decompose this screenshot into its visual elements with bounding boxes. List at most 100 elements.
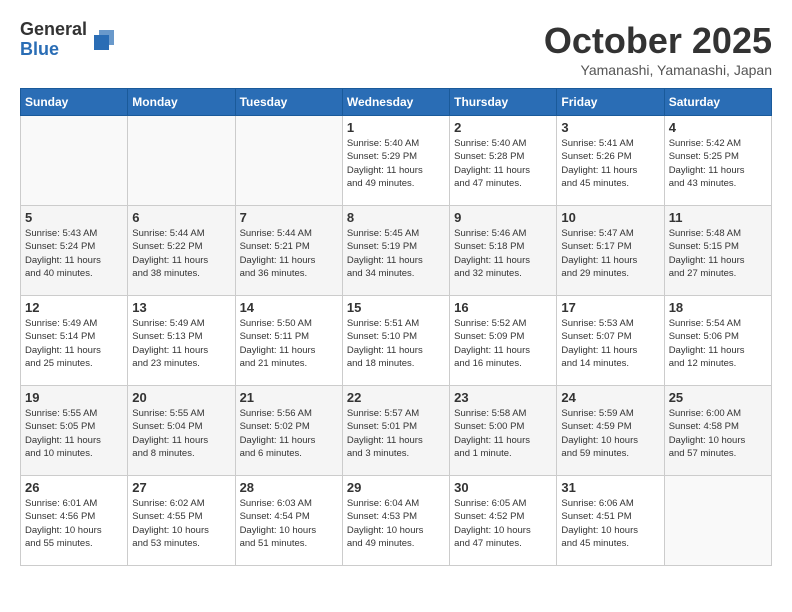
day-info: Sunrise: 6:06 AM Sunset: 4:51 PM Dayligh… [561,497,659,550]
day-info: Sunrise: 5:49 AM Sunset: 5:13 PM Dayligh… [132,317,230,370]
day-info: Sunrise: 5:49 AM Sunset: 5:14 PM Dayligh… [25,317,123,370]
day-info: Sunrise: 5:52 AM Sunset: 5:09 PM Dayligh… [454,317,552,370]
day-number: 30 [454,480,552,495]
calendar-body: 1 Sunrise: 5:40 AM Sunset: 5:29 PM Daylig… [21,116,772,566]
day-number: 11 [669,210,767,225]
calendar-cell: 17Sunrise: 5:53 AM Sunset: 5:07 PM Dayli… [557,296,664,386]
day-info: Sunrise: 6:00 AM Sunset: 4:58 PM Dayligh… [669,407,767,460]
day-number: 16 [454,300,552,315]
day-info: Sunrise: 5:41 AM Sunset: 5:26 PM Dayligh… [561,137,659,190]
calendar-header: SundayMondayTuesdayWednesdayThursdayFrid… [21,89,772,116]
logo-icon [89,25,119,55]
day-info: Sunrise: 5:56 AM Sunset: 5:02 PM Dayligh… [240,407,338,460]
calendar-cell: 25 Sunrise: 6:00 AM Sunset: 4:58 PM Dayli… [664,386,771,476]
day-number: 7 [240,210,338,225]
day-info: Sunrise: 5:46 AM Sunset: 5:18 PM Dayligh… [454,227,552,280]
day-number: 9 [454,210,552,225]
day-number: 17 [561,300,659,315]
calendar-cell: 2Sunrise: 5:40 AM Sunset: 5:28 PM Daylig… [450,116,557,206]
logo-general: General [20,20,87,40]
calendar-cell: 10 Sunrise: 5:47 AM Sunset: 5:17 PM Dayli… [557,206,664,296]
calendar-cell: 26Sunrise: 6:01 AM Sunset: 4:56 PM Dayli… [21,476,128,566]
weekday-header: Monday [128,89,235,116]
calendar-cell: 19Sunrise: 5:55 AM Sunset: 5:05 PM Dayli… [21,386,128,476]
day-number: 3 [561,120,659,135]
day-number: 6 [132,210,230,225]
day-info: Sunrise: 5:43 AM Sunset: 5:24 PM Dayligh… [25,227,123,280]
day-number: 10 [561,210,659,225]
day-number: 24 [561,390,659,405]
month-title: October 2025 [544,20,772,62]
day-info: Sunrise: 5:59 AM Sunset: 4:59 PM Dayligh… [561,407,659,460]
calendar-cell: 31 Sunrise: 6:06 AM Sunset: 4:51 PM Dayli… [557,476,664,566]
calendar-cell: 18 Sunrise: 5:54 AM Sunset: 5:06 PM Dayli… [664,296,771,386]
weekday-header: Thursday [450,89,557,116]
calendar-cell: 24 Sunrise: 5:59 AM Sunset: 4:59 PM Dayli… [557,386,664,476]
day-number: 5 [25,210,123,225]
logo: General Blue [20,20,119,60]
calendar-cell: 13 Sunrise: 5:49 AM Sunset: 5:13 PM Dayli… [128,296,235,386]
day-number: 29 [347,480,445,495]
calendar-cell: 28Sunrise: 6:03 AM Sunset: 4:54 PM Dayli… [235,476,342,566]
calendar-cell: 3 Sunrise: 5:41 AM Sunset: 5:26 PM Daylig… [557,116,664,206]
calendar-cell: 8 Sunrise: 5:45 AM Sunset: 5:19 PM Daylig… [342,206,449,296]
day-info: Sunrise: 5:47 AM Sunset: 5:17 PM Dayligh… [561,227,659,280]
day-info: Sunrise: 5:54 AM Sunset: 5:06 PM Dayligh… [669,317,767,370]
day-info: Sunrise: 5:44 AM Sunset: 5:22 PM Dayligh… [132,227,230,280]
day-info: Sunrise: 5:45 AM Sunset: 5:19 PM Dayligh… [347,227,445,280]
calendar-cell: 12 Sunrise: 5:49 AM Sunset: 5:14 PM Dayli… [21,296,128,386]
calendar-week-row: 19Sunrise: 5:55 AM Sunset: 5:05 PM Dayli… [21,386,772,476]
location: Yamanashi, Yamanashi, Japan [544,62,772,78]
calendar-week-row: 26Sunrise: 6:01 AM Sunset: 4:56 PM Dayli… [21,476,772,566]
calendar-cell: 14Sunrise: 5:50 AM Sunset: 5:11 PM Dayli… [235,296,342,386]
calendar-cell: 4Sunrise: 5:42 AM Sunset: 5:25 PM Daylig… [664,116,771,206]
day-info: Sunrise: 5:44 AM Sunset: 5:21 PM Dayligh… [240,227,338,280]
calendar-cell [235,116,342,206]
day-number: 4 [669,120,767,135]
weekday-header: Sunday [21,89,128,116]
day-number: 27 [132,480,230,495]
calendar-week-row: 1 Sunrise: 5:40 AM Sunset: 5:29 PM Daylig… [21,116,772,206]
weekday-header: Saturday [664,89,771,116]
calendar-table: SundayMondayTuesdayWednesdayThursdayFrid… [20,88,772,566]
day-number: 12 [25,300,123,315]
calendar-cell: 22Sunrise: 5:57 AM Sunset: 5:01 PM Dayli… [342,386,449,476]
day-info: Sunrise: 5:55 AM Sunset: 5:05 PM Dayligh… [25,407,123,460]
calendar-cell: 15 Sunrise: 5:51 AM Sunset: 5:10 PM Dayli… [342,296,449,386]
day-number: 15 [347,300,445,315]
day-number: 1 [347,120,445,135]
weekday-header: Friday [557,89,664,116]
calendar-cell: 9 Sunrise: 5:46 AM Sunset: 5:18 PM Daylig… [450,206,557,296]
day-number: 25 [669,390,767,405]
calendar-cell: 23Sunrise: 5:58 AM Sunset: 5:00 PM Dayli… [450,386,557,476]
page-header: General Blue October 2025 Yamanashi, Yam… [20,20,772,78]
day-number: 14 [240,300,338,315]
calendar-cell [664,476,771,566]
day-number: 13 [132,300,230,315]
day-number: 22 [347,390,445,405]
day-number: 8 [347,210,445,225]
calendar-cell: 16 Sunrise: 5:52 AM Sunset: 5:09 PM Dayli… [450,296,557,386]
day-info: Sunrise: 6:05 AM Sunset: 4:52 PM Dayligh… [454,497,552,550]
day-info: Sunrise: 6:01 AM Sunset: 4:56 PM Dayligh… [25,497,123,550]
calendar-cell: 7 Sunrise: 5:44 AM Sunset: 5:21 PM Daylig… [235,206,342,296]
day-number: 23 [454,390,552,405]
calendar-cell: 20 Sunrise: 5:55 AM Sunset: 5:04 PM Dayli… [128,386,235,476]
day-number: 2 [454,120,552,135]
weekday-header: Tuesday [235,89,342,116]
day-info: Sunrise: 5:55 AM Sunset: 5:04 PM Dayligh… [132,407,230,460]
day-info: Sunrise: 5:48 AM Sunset: 5:15 PM Dayligh… [669,227,767,280]
calendar-cell: 6 Sunrise: 5:44 AM Sunset: 5:22 PM Daylig… [128,206,235,296]
calendar-cell: 30 Sunrise: 6:05 AM Sunset: 4:52 PM Dayli… [450,476,557,566]
day-number: 20 [132,390,230,405]
day-number: 31 [561,480,659,495]
day-number: 18 [669,300,767,315]
day-info: Sunrise: 5:51 AM Sunset: 5:10 PM Dayligh… [347,317,445,370]
day-info: Sunrise: 6:04 AM Sunset: 4:53 PM Dayligh… [347,497,445,550]
day-info: Sunrise: 6:03 AM Sunset: 4:54 PM Dayligh… [240,497,338,550]
calendar-cell: 27Sunrise: 6:02 AM Sunset: 4:55 PM Dayli… [128,476,235,566]
day-info: Sunrise: 5:40 AM Sunset: 5:29 PM Dayligh… [347,137,445,190]
calendar-cell [21,116,128,206]
calendar-cell: 5 Sunrise: 5:43 AM Sunset: 5:24 PM Daylig… [21,206,128,296]
calendar-cell: 21Sunrise: 5:56 AM Sunset: 5:02 PM Dayli… [235,386,342,476]
